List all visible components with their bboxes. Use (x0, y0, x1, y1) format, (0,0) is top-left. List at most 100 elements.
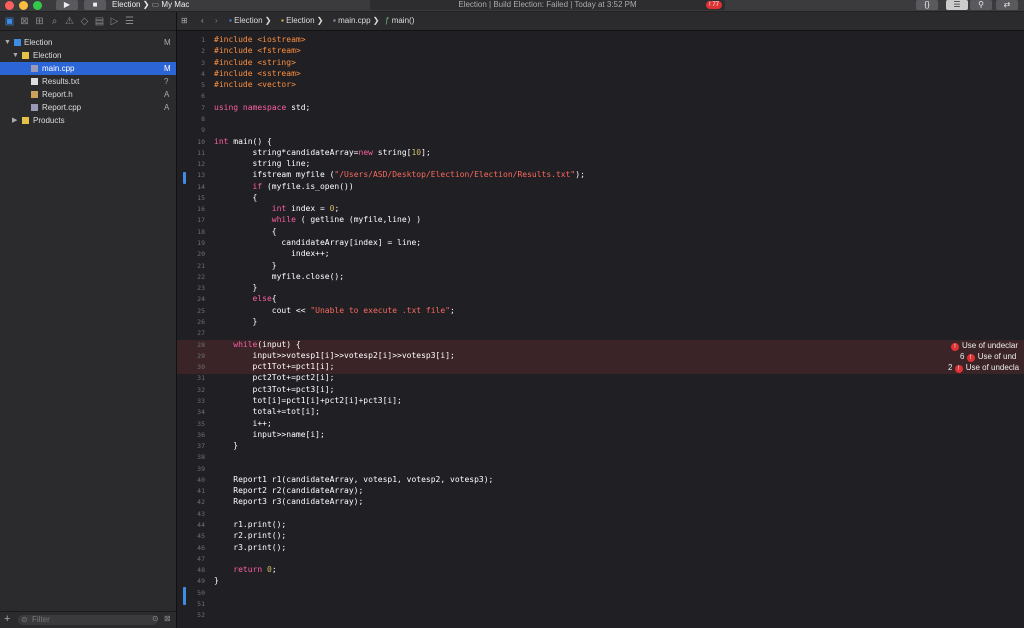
issue-annotation[interactable]: 6 ! Use of und (960, 352, 1016, 362)
disclosure-open-icon[interactable]: ▼ (4, 36, 11, 49)
line-number[interactable]: 29 (187, 352, 205, 360)
line-number[interactable]: 31 (187, 374, 205, 382)
code-line[interactable]: index++; (214, 249, 330, 258)
line-number[interactable]: 7 (187, 104, 205, 112)
code-line[interactable]: myfile.close(); (214, 272, 344, 281)
line-number[interactable]: 38 (187, 453, 205, 461)
code-line[interactable]: { (214, 193, 258, 202)
recent-files-icon[interactable]: ⊙ (152, 614, 159, 623)
code-line[interactable]: Report3 r3(candidateArray); (214, 497, 363, 506)
debug-icon[interactable]: ▤ (94, 16, 105, 27)
line-number[interactable]: 16 (187, 205, 205, 213)
code-line[interactable]: candidateArray[index] = line; (214, 238, 421, 247)
code-line[interactable]: cout << "Unable to execute .txt file"; (214, 306, 455, 315)
back-icon[interactable]: ‹ (201, 12, 204, 30)
forward-icon[interactable]: › (215, 12, 218, 30)
code-line[interactable]: { (214, 227, 277, 236)
line-number[interactable]: 27 (187, 329, 205, 337)
line-number[interactable]: 22 (187, 273, 205, 281)
line-number[interactable]: 20 (187, 250, 205, 258)
code-line[interactable]: } (214, 261, 277, 270)
breadcrumb-function[interactable]: ƒ main() (385, 12, 414, 30)
code-line[interactable]: } (214, 283, 258, 292)
code-line[interactable]: #include <vector> (214, 80, 296, 89)
line-number[interactable]: 10 (187, 138, 205, 146)
line-number[interactable]: 12 (187, 160, 205, 168)
warning-icon[interactable]: ⚠ (64, 16, 75, 27)
line-number[interactable]: 35 (187, 420, 205, 428)
close-window-button[interactable] (5, 1, 14, 10)
line-number[interactable]: 1 (187, 36, 205, 44)
code-line[interactable]: tot[i]=pct1[i]+pct2[i]+pct3[i]; (214, 396, 402, 405)
add-icon[interactable]: + (4, 613, 10, 625)
code-line[interactable]: pct2Tot+=pct2[i]; (214, 373, 335, 382)
code-line[interactable]: #include <sstream> (214, 69, 301, 78)
code-line[interactable]: input>>name[i]; (214, 430, 325, 439)
line-number[interactable]: 14 (187, 183, 205, 191)
line-number[interactable]: 15 (187, 194, 205, 202)
line-number[interactable]: 5 (187, 81, 205, 89)
code-line[interactable]: using namespace std; (214, 103, 310, 112)
line-number[interactable]: 25 (187, 307, 205, 315)
line-number[interactable]: 46 (187, 544, 205, 552)
test-icon[interactable]: ◇ (79, 16, 90, 27)
line-number[interactable]: 37 (187, 442, 205, 450)
standard-editor-button[interactable]: ☰ (946, 0, 968, 10)
related-items-icon[interactable]: ⊞ (181, 12, 188, 30)
tree-item-report-cpp[interactable]: Report.cpp A (0, 101, 176, 114)
line-number[interactable]: 36 (187, 431, 205, 439)
code-line[interactable]: #include <fstream> (214, 46, 301, 55)
tree-item-products[interactable]: ▶ Products (0, 114, 176, 127)
line-number[interactable]: 50 (187, 589, 205, 597)
line-number[interactable]: 9 (187, 126, 205, 134)
code-line[interactable]: string line; (214, 159, 311, 168)
line-number[interactable]: 3 (187, 59, 205, 67)
minimize-window-button[interactable] (19, 1, 28, 10)
library-button[interactable]: {} (916, 0, 938, 10)
disclosure-open-icon[interactable]: ▼ (12, 49, 19, 62)
line-number[interactable]: 48 (187, 566, 205, 574)
line-number[interactable]: 4 (187, 70, 205, 78)
breakpoint-icon[interactable]: ▷ (109, 16, 120, 27)
code-line[interactable]: while(input) { (214, 340, 300, 349)
filter-input[interactable]: ⊜ Filter (18, 615, 158, 625)
code-line[interactable]: else{ (214, 294, 277, 303)
code-line[interactable]: ifstream myfile ("/Users/ASD/Desktop/Ele… (214, 170, 585, 179)
search-icon[interactable]: ⌕ (49, 16, 60, 27)
code-line[interactable]: i++; (214, 419, 272, 428)
assistant-editor-button[interactable]: ⇄ (996, 0, 1018, 10)
tree-item-group[interactable]: ▼ Election (0, 49, 176, 62)
line-number[interactable]: 44 (187, 521, 205, 529)
code-line[interactable]: int index = 0; (214, 204, 339, 213)
scheme-selector[interactable]: Election ❯ ▭ My Mac (112, 0, 189, 10)
scm-filter-icon[interactable]: ⊠ (164, 614, 171, 623)
report-icon[interactable]: ☰ (124, 16, 135, 27)
line-number[interactable]: 43 (187, 510, 205, 518)
line-number[interactable]: 51 (187, 600, 205, 608)
code-line[interactable]: } (214, 317, 258, 326)
line-number[interactable]: 40 (187, 476, 205, 484)
zoom-window-button[interactable] (33, 1, 42, 10)
line-number[interactable]: 47 (187, 555, 205, 563)
line-number[interactable]: 34 (187, 408, 205, 416)
tree-item-project[interactable]: ▼ Election M (0, 36, 176, 49)
code-line[interactable]: r2.print(); (214, 531, 286, 540)
line-number[interactable]: 41 (187, 487, 205, 495)
folder-icon[interactable]: ▣ (4, 16, 15, 27)
code-line[interactable]: string*candidateArray=new string[10]; (214, 148, 431, 157)
line-number[interactable]: 42 (187, 498, 205, 506)
line-number[interactable]: 2 (187, 47, 205, 55)
breadcrumb-project[interactable]: ▪ Election ❯ (229, 12, 271, 30)
code-line[interactable]: pct1Tot+=pct1[i]; (214, 362, 335, 371)
change-marker[interactable] (183, 172, 186, 184)
source-control-icon[interactable]: ⊠ (19, 16, 30, 27)
breadcrumb-group[interactable]: ▪ Election ❯ (281, 12, 323, 30)
line-number[interactable]: 13 (187, 171, 205, 179)
code-line[interactable]: Report1 r1(candidateArray, votesp1, vote… (214, 475, 493, 484)
issue-annotation[interactable]: 2 ! Use of undecla (948, 363, 1019, 373)
issue-annotation[interactable]: ! Use of undeclar (951, 341, 1018, 351)
line-number[interactable]: 26 (187, 318, 205, 326)
code-line[interactable]: while ( getline (myfile,line) ) (214, 215, 421, 224)
line-number[interactable]: 21 (187, 262, 205, 270)
line-number[interactable]: 33 (187, 397, 205, 405)
